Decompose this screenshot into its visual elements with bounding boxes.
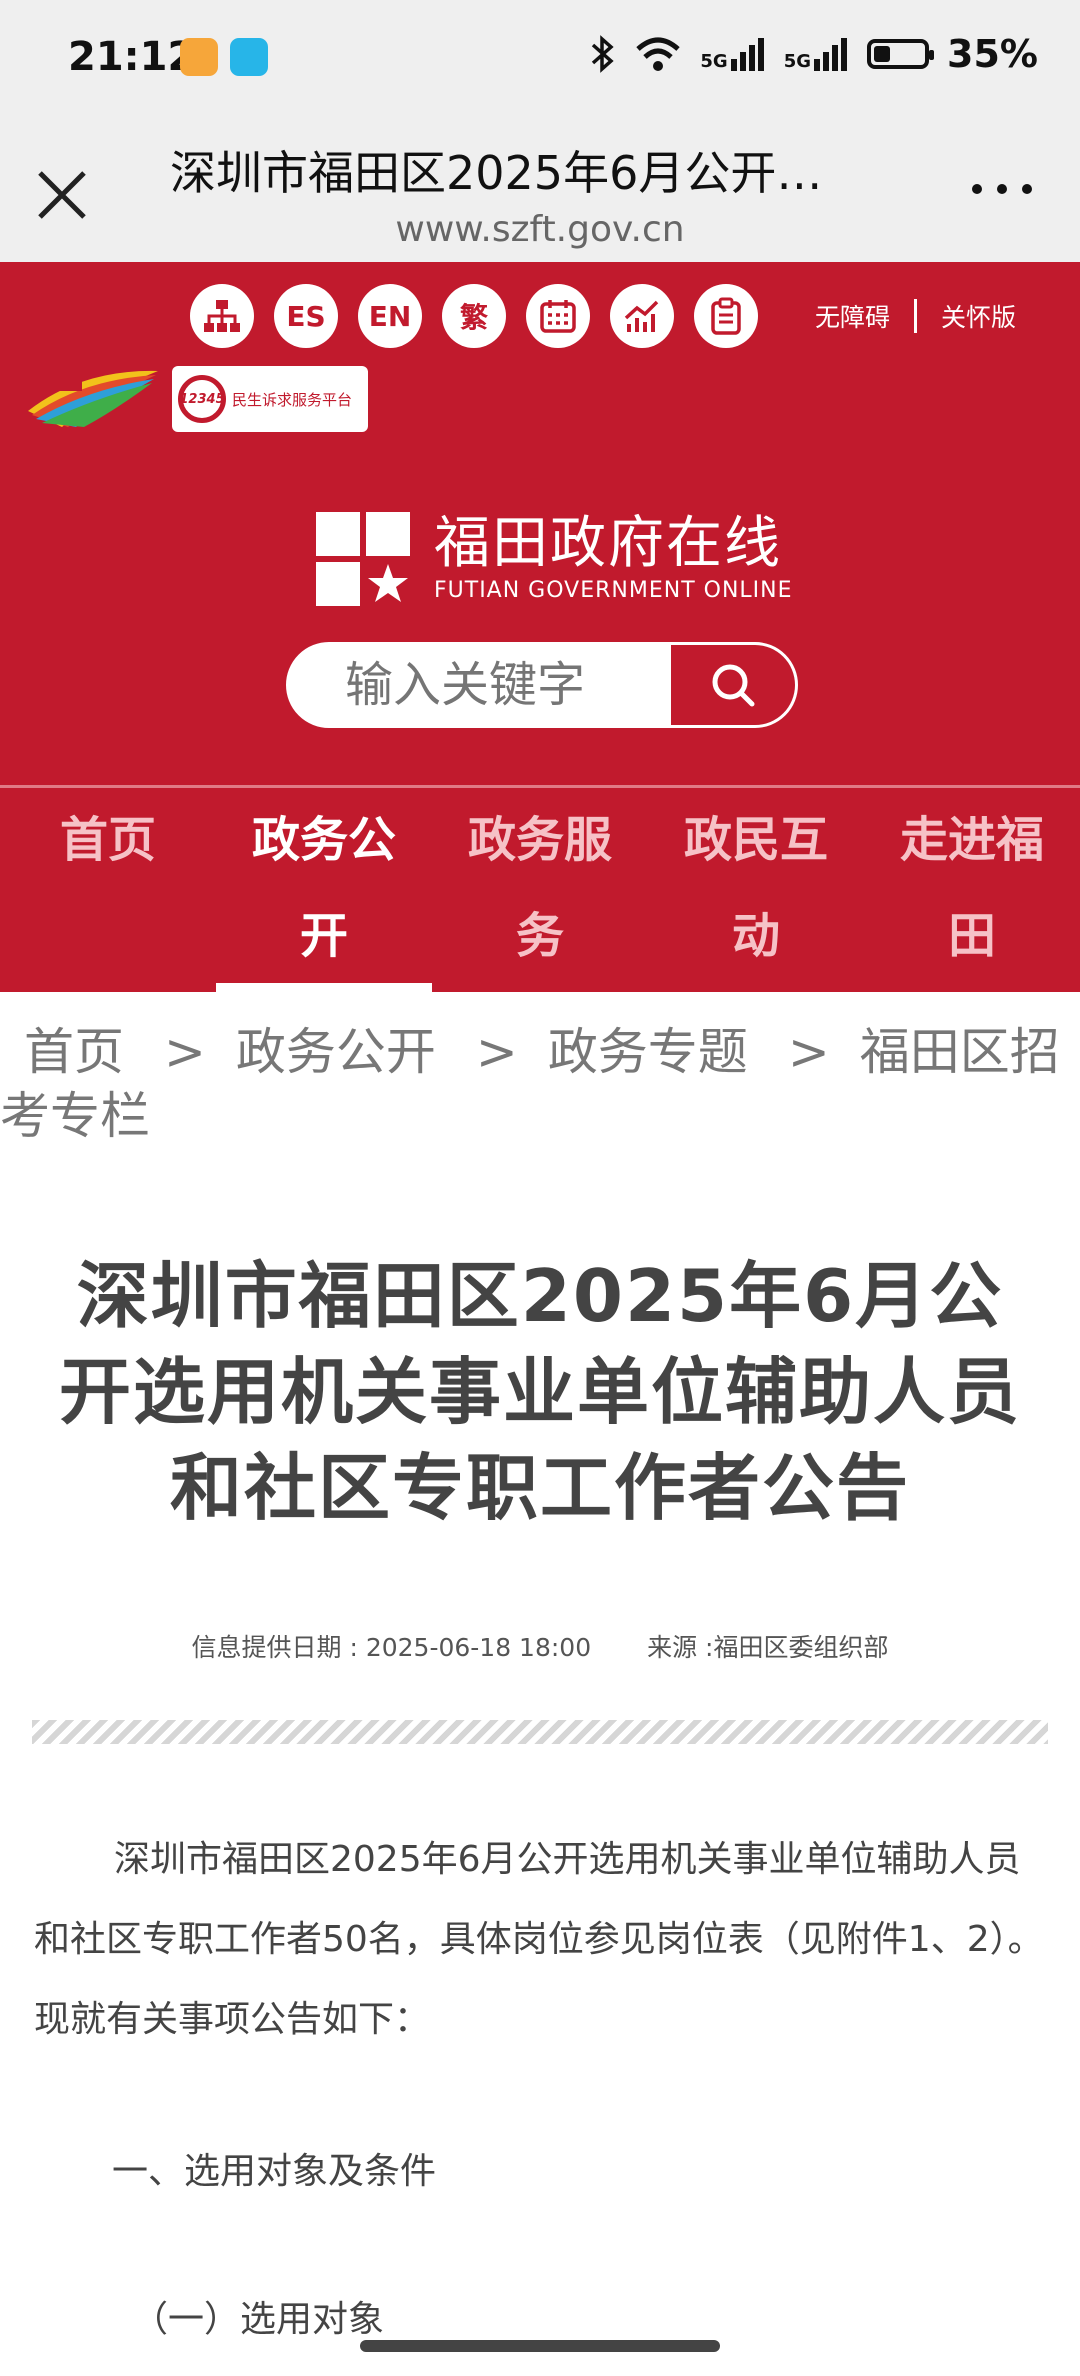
chart-icon[interactable] (610, 284, 674, 348)
article-paragraph: 深圳市福田区2025年6月公开选用机关事业单位辅助人员和社区专职工作者50名，具… (34, 1839, 1044, 2040)
divider (32, 1720, 1048, 1744)
page-title: 深圳市福田区2025年6月公开… (170, 146, 823, 200)
article-meta: 信息提供日期 : 2025-06-18 18:00 来源 :福田区委组织部 (0, 1628, 1080, 1664)
browser-toolbar: 深圳市福田区2025年6月公开… www.szft.gov.cn (0, 115, 1080, 262)
main-nav: 首页 政务公开 政务服务 政民互动 走进福田 (0, 785, 1080, 992)
complaint-platform-badge[interactable]: 12345 民生诉求服务平台 (172, 366, 368, 432)
status-time: 21:12 (68, 34, 196, 80)
nav-item-gov-affairs[interactable]: 政务公开 (216, 788, 432, 992)
more-menu-icon[interactable] (972, 179, 1032, 199)
clipboard-icon[interactable] (694, 284, 758, 348)
page-url[interactable]: www.szft.gov.cn (0, 209, 1080, 250)
site-brand[interactable]: 福田政府在线 FUTIAN GOVERNMENT ONLINE (316, 512, 793, 606)
home-indicator[interactable] (360, 2340, 720, 2352)
wifi-icon (636, 37, 681, 71)
breadcrumb-home[interactable]: 首页 (24, 1023, 124, 1081)
elder-mode-link[interactable]: 关怀版 (941, 298, 1016, 334)
search-box (286, 642, 798, 728)
shenzhen-logo[interactable] (22, 365, 162, 431)
article-source: 来源 :福田区委组织部 (647, 1633, 889, 1662)
accessibility-link[interactable]: 无障碍 (815, 298, 890, 334)
badge-number: 12345 (178, 375, 226, 423)
signal-5g-icon: 5G (784, 37, 849, 71)
breadcrumb: 首页 > 政务公开 > 政务专题 > 福田区招考专栏 (0, 1023, 1060, 1145)
article-title: 深圳市福田区2025年6月公开选用机关事业单位辅助人员和社区专职工作者公告 (58, 1254, 1021, 1530)
access-links: 无障碍 关怀版 (815, 298, 1016, 334)
brand-logo-icon (316, 512, 410, 606)
search-button[interactable] (671, 645, 795, 725)
site-header: ES EN 繁 无障碍 关怀版 12345 民生诉求服务平台 福田政府在线 FU… (0, 262, 1080, 785)
breadcrumb-recruitment[interactable]: 福田区招考专栏 (0, 1023, 1060, 1145)
battery-percent: 35% (947, 32, 1038, 76)
signal-5g-icon: 5G (700, 37, 765, 71)
calendar-icon[interactable] (526, 284, 590, 348)
sitemap-icon[interactable] (190, 284, 254, 348)
badge-text: 民生诉求服务平台 (232, 390, 353, 409)
divider (913, 299, 917, 333)
battery-icon (867, 39, 935, 69)
breadcrumb-topics[interactable]: 政务专题 (548, 1023, 748, 1081)
search-input[interactable] (289, 645, 671, 725)
nav-item-gov-services[interactable]: 政务服务 (432, 788, 648, 992)
app-notification-icon (180, 38, 218, 76)
nav-item-about-futian[interactable]: 走进福田 (864, 788, 1080, 992)
traditional-icon[interactable]: 繁 (442, 284, 506, 348)
status-icons: 5G 5G 35% (590, 32, 1038, 76)
nav-item-interaction[interactable]: 政民互动 (648, 788, 864, 992)
search-icon (712, 664, 755, 707)
brand-name-en: FUTIAN GOVERNMENT ONLINE (434, 577, 793, 603)
article-date: 信息提供日期 : 2025-06-18 18:00 (191, 1633, 592, 1662)
breadcrumb-gov-affairs[interactable]: 政务公开 (236, 1023, 436, 1081)
section-heading: 一、选用对象及条件 (112, 2151, 437, 2192)
en-icon[interactable]: EN (358, 284, 422, 348)
bluetooth-icon (592, 35, 615, 73)
app-notification-icon (230, 38, 268, 76)
status-bar: 21:12 5G 5G 35% (0, 0, 1080, 115)
es-icon[interactable]: ES (274, 284, 338, 348)
tool-row: ES EN 繁 (190, 284, 758, 348)
brand-name-cn: 福田政府在线 (434, 511, 782, 577)
nav-item-home[interactable]: 首页 (0, 788, 216, 992)
